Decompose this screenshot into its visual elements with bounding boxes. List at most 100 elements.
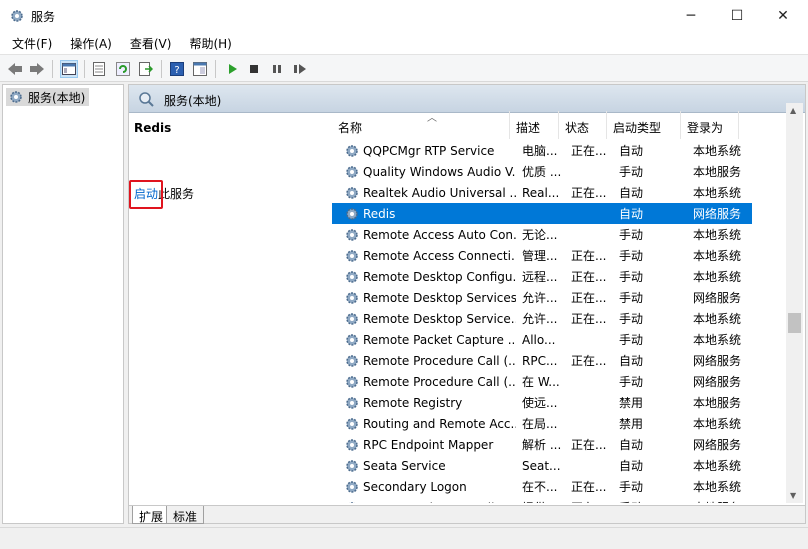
service-logon-cell: 本地系统 [693,312,742,326]
pause-service-icon[interactable] [268,60,286,78]
service-name-cell: Redis [332,206,516,222]
service-startup-type-cell: 手动 [619,291,644,305]
table-row[interactable]: Remote Access Connecti... 管理... 正在... 手动 本地系… [332,245,752,266]
tree-item-services-local[interactable]: 服务(本地) [6,88,90,106]
service-logon-cell: 网络服务 [693,354,742,368]
start-service-icon[interactable] [223,60,241,78]
refresh-icon[interactable] [114,60,132,78]
menu-action[interactable]: 操作(A) [58,32,118,54]
tab-extended[interactable]: 扩展 [132,506,171,524]
service-logon-cell: 本地系统 [693,480,742,494]
service-logon-cell: 本地系统 [693,249,742,263]
service-status-cell: 正在... [571,144,607,158]
gear-icon [346,417,358,430]
forward-icon[interactable] [28,60,46,78]
column-header-status[interactable]: 状态 [559,111,607,139]
table-row[interactable]: RPC Endpoint Mapper 解析 ... 正在... 自动 网络服务 [332,434,752,455]
table-row[interactable]: Seata Service Seat... 自动 本地系统 [332,455,752,476]
toolbar-separator [52,60,53,78]
service-startup-type-cell: 自动 [619,144,644,158]
column-header-description[interactable]: 描述 [510,111,559,139]
service-status-cell: 正在... [571,186,607,200]
service-status-cell: 正在... [571,270,607,284]
help-icon[interactable]: ? [168,60,186,78]
table-row[interactable]: Remote Procedure Call (... RPC... 正在... 自动 网… [332,350,752,371]
stop-service-icon[interactable] [245,60,263,78]
service-status-cell: 正在... [571,249,607,263]
menu-help[interactable]: 帮助(H) [177,32,237,54]
service-name-cell: QQPCMgr RTP Service [332,143,516,159]
service-description-cell: Allo... [522,332,556,347]
service-logon-cell: 网络服务 [693,207,742,221]
close-button[interactable]: ✕ [760,0,806,32]
vertical-scrollbar[interactable]: ▲ ▼ [786,103,803,503]
service-startup-type-cell: 手动 [619,249,644,263]
gear-icon [346,312,358,325]
table-row[interactable]: Quality Windows Audio V... 优质 ... 手动 本地服务 [332,161,752,182]
table-row[interactable]: Routing and Remote Acc... 在局... 禁用 本地系统 [332,413,752,434]
table-row[interactable]: Remote Registry 使远... 禁用 本地服务 [332,392,752,413]
gear-icon [346,396,358,409]
highlight-box [129,180,163,209]
restart-service-icon[interactable] [291,60,309,78]
service-name-cell: Remote Packet Capture ... [332,332,516,348]
title-bar: 服务 ─ ☐ ✕ [0,0,808,32]
table-row[interactable]: Remote Desktop Service... 允许... 正在... 手动 本地系… [332,308,752,329]
properties-icon[interactable] [90,60,108,78]
service-startup-type-cell: 自动 [619,207,644,221]
menu-file[interactable]: 文件(F) [0,32,58,54]
menu-view[interactable]: 查看(V) [118,32,178,54]
service-logon-cell: 网络服务 [693,438,742,452]
start-service-suffix: 此服务 [158,187,195,201]
service-description-cell: 优质 ... [522,165,562,179]
column-header-startup-type[interactable]: 启动类型 [607,111,681,139]
column-header-logon-as[interactable]: 登录为 [681,111,739,139]
gear-icon [346,228,358,241]
export-list-icon[interactable] [137,60,155,78]
table-row[interactable]: QQPCMgr RTP Service 电脑... 正在... 自动 本地系统 [332,140,752,161]
scroll-down-icon[interactable]: ▼ [790,491,796,500]
start-service-link[interactable]: 启动 [129,180,163,209]
service-name-cell: Routing and Remote Acc... [332,416,516,432]
gear-icon [346,354,358,367]
table-row[interactable]: Realtek Audio Universal ... Real... 正在... 自… [332,182,752,203]
service-description-cell: Seat... [522,458,561,473]
details-pane: 服务(本地) Redis 启动 此服务 ︿ 名称 描述 状态 启动类型 登录为 QQ… [128,84,806,524]
service-description-cell: 允许... [522,291,558,305]
toolbar-separator [84,60,85,78]
minimize-button[interactable]: ─ [668,0,714,32]
gear-icon [11,10,23,22]
table-row[interactable]: Redis 自动 网络服务 [332,203,752,224]
selected-service-name: Redis [134,121,172,135]
back-icon[interactable] [6,60,24,78]
table-row[interactable]: Remote Procedure Call (... 在 W... 手动 网络服务 [332,371,752,392]
service-description-cell: 提供... [516,499,565,503]
console-tree-icon[interactable] [60,60,78,78]
gear-icon [346,375,358,388]
table-row[interactable]: Remote Access Auto Con... 无论... 手动 本地系统 [332,224,752,245]
tab-standard[interactable]: 标准 [166,506,205,524]
maximize-button[interactable]: ☐ [714,0,760,32]
service-description-cell: 使远... [522,396,558,410]
start-service-line: 启动 此服务 [129,180,195,209]
service-logon-cell: 本地系统 [693,417,742,431]
service-status-cell: 正在... [565,499,613,503]
table-row[interactable]: Secondary Logon 在不... 正在... 手动 本地系统 [332,476,752,497]
scrollbar-thumb[interactable] [788,313,801,333]
show-hide-pane-icon[interactable] [191,60,209,78]
service-status-cell: 正在... [571,291,607,305]
table-row[interactable]: Remote Desktop Configu... 远程... 正在... 手动 本地系… [332,266,752,287]
service-description-cell: 允许... [522,312,558,326]
table-row[interactable]: Remote Desktop Services 允许... 正在... 手动 网络服务 [332,287,752,308]
table-row[interactable]: Secure Socket Tunneling...提供...正在...手动本地… [332,497,752,503]
service-startup-type-cell: 手动 [619,333,644,347]
gear-icon [346,480,358,493]
service-name-cell: Remote Access Auto Con... [332,227,516,243]
service-description-cell: 解析 ... [522,438,562,452]
service-name-cell: Secure Socket Tunneling... [332,500,516,503]
service-logon-cell: 本地系统 [693,186,742,200]
column-header-name[interactable]: ︿ 名称 [332,111,510,139]
scroll-up-icon[interactable]: ▲ [790,106,796,115]
table-row[interactable]: Remote Packet Capture ... Allo... 手动 本地系统 [332,329,752,350]
service-startup-type-cell: 自动 [619,459,644,473]
